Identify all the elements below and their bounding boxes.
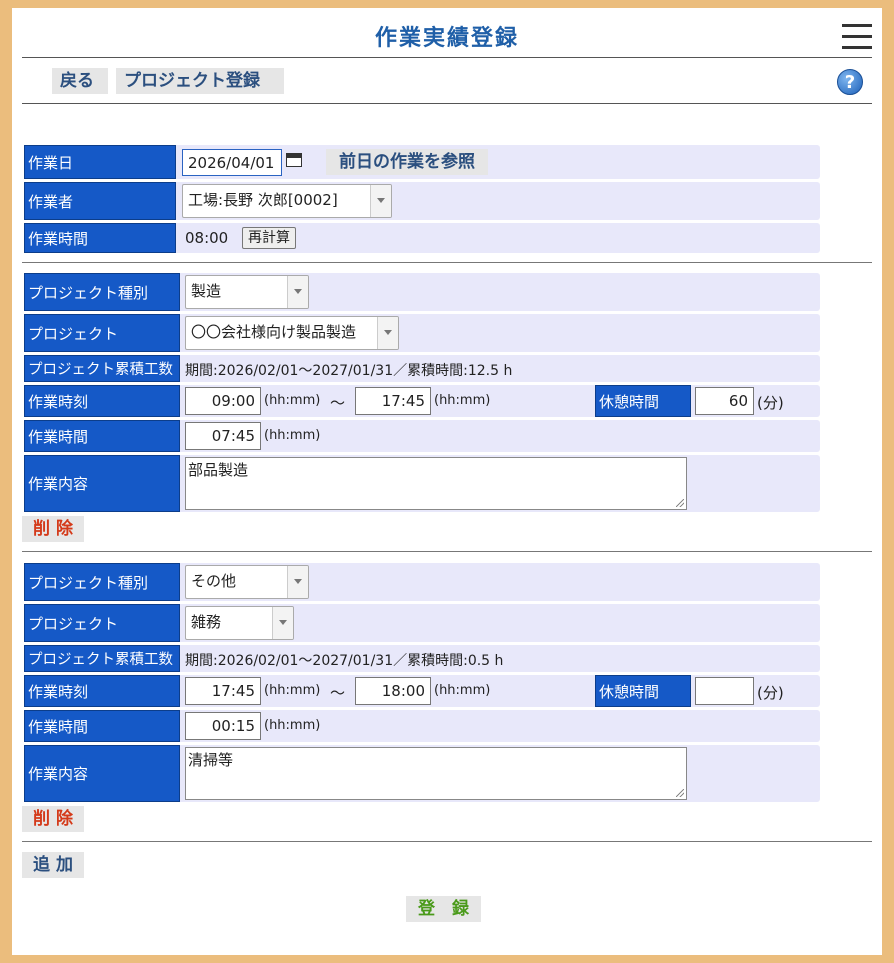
work-time-row: 作業時間 08:00 再計算 [24,223,820,253]
range-tilde: ～ [330,394,346,412]
resize-handle[interactable] [676,789,684,797]
project-label: プロジェクト [24,314,180,352]
project-cumulative-label: プロジェクト累積工数 [24,355,180,382]
chevron-down-icon [377,317,398,349]
main-panel: 作業実績登録 戻る プロジェクト登録 ? 作業日 2026/04/01 前日の作… [12,8,882,955]
section-divider [22,551,872,552]
work-duration-row: 作業時間 07:45 (hh:mm) [24,420,820,452]
project-type-label: プロジェクト種別 [24,563,180,601]
break-time-input[interactable] [695,677,754,705]
project-type-select[interactable]: その他 [185,565,309,599]
work-time-value: 08:00 [185,229,229,247]
resize-handle[interactable] [676,499,684,507]
time-format-hint: (hh:mm) [264,683,321,698]
delete-entry-button[interactable]: 削 除 [22,806,84,832]
register-button[interactable]: 登 録 [406,896,481,922]
work-date-label: 作業日 [24,145,176,179]
work-date-row: 作業日 2026/04/01 前日の作業を参照 [24,145,820,179]
work-date-input[interactable]: 2026/04/01 [182,149,282,176]
worker-select-value: 工場:長野 次郎[0002] [188,191,338,209]
time-format-hint: (hh:mm) [434,683,491,698]
project-cumulative-row: プロジェクト累積工数 期間:2026/02/01～2027/01/31／累積時間… [24,645,820,672]
project-value: 〇〇会社様向け製品製造 [191,323,357,341]
work-content-label: 作業内容 [24,745,180,802]
add-entry-button[interactable]: 追 加 [22,852,84,878]
calendar-icon[interactable] [286,153,302,167]
project-cumulative-value: 期間:2026/02/01～2027/01/31／累積時間:0.5 h [185,653,504,669]
work-clock-row: 作業時刻 17:45 (hh:mm) ～ 18:00 (hh:mm) 休憩時間 … [24,675,820,707]
duration-input[interactable]: 07:45 [185,422,261,450]
project-type-select[interactable]: 製造 [185,275,309,309]
project-row: プロジェクト 雑務 [24,604,820,642]
duration-input[interactable]: 00:15 [185,712,261,740]
work-duration-label: 作業時間 [24,710,180,742]
help-icon[interactable]: ? [837,69,863,95]
recalculate-button[interactable]: 再計算 [242,227,296,249]
work-clock-row: 作業時刻 09:00 (hh:mm) ～ 17:45 (hh:mm) 休憩時間 … [24,385,820,417]
work-content-row: 作業内容 部品製造 [24,455,820,512]
end-time-input[interactable]: 18:00 [355,677,431,705]
worker-label: 作業者 [24,182,176,220]
toolbar-divider [22,103,872,104]
break-time-label: 休憩時間 [595,385,691,417]
project-select[interactable]: 雑務 [185,606,294,640]
range-tilde: ～ [330,684,346,702]
page-title: 作業実績登録 [374,26,519,51]
end-time-input[interactable]: 17:45 [355,387,431,415]
time-format-hint: (hh:mm) [264,393,321,408]
work-clock-label: 作業時刻 [24,385,180,417]
project-type-label: プロジェクト種別 [24,273,180,311]
header-divider [22,57,872,58]
work-content-value: 清掃等 [188,751,234,769]
project-type-value: 製造 [191,282,222,300]
time-format-hint: (hh:mm) [264,718,321,733]
chevron-down-icon [370,185,391,217]
chevron-down-icon [287,566,308,598]
start-time-input[interactable]: 17:45 [185,677,261,705]
work-clock-label: 作業時刻 [24,675,180,707]
work-content-textarea[interactable]: 部品製造 [185,457,687,510]
work-content-label: 作業内容 [24,455,180,512]
work-time-label: 作業時間 [24,223,176,253]
start-time-input[interactable]: 09:00 [185,387,261,415]
back-button[interactable]: 戻る [52,68,108,94]
project-row: プロジェクト 〇〇会社様向け製品製造 [24,314,820,352]
project-register-button[interactable]: プロジェクト登録 [116,68,284,94]
project-cumulative-row: プロジェクト累積工数 期間:2026/02/01～2027/01/31／累積時間… [24,355,820,382]
project-type-row: プロジェクト種別 その他 [24,563,820,601]
work-content-value: 部品製造 [188,461,249,479]
project-type-value: その他 [191,572,237,590]
section-divider [22,262,872,263]
hamburger-icon[interactable] [842,24,872,50]
work-content-row: 作業内容 清掃等 [24,745,820,802]
project-label: プロジェクト [24,604,180,642]
project-select[interactable]: 〇〇会社様向け製品製造 [185,316,399,350]
break-time-input[interactable]: 60 [695,387,754,415]
project-cumulative-value: 期間:2026/02/01～2027/01/31／累積時間:12.5 h [185,363,513,379]
time-format-hint: (hh:mm) [264,428,321,443]
chevron-down-icon [272,607,293,639]
work-duration-label: 作業時間 [24,420,180,452]
section-divider [22,841,872,842]
time-format-hint: (hh:mm) [434,393,491,408]
project-value: 雑務 [191,613,222,631]
chevron-down-icon [287,276,308,308]
break-unit: (分) [757,684,784,702]
break-time-label: 休憩時間 [595,675,691,707]
work-content-textarea[interactable]: 清掃等 [185,747,687,800]
project-type-row: プロジェクト種別 製造 [24,273,820,311]
project-cumulative-label: プロジェクト累積工数 [24,645,180,672]
worker-row: 作業者 工場:長野 次郎[0002] [24,182,820,220]
prev-day-reference-button[interactable]: 前日の作業を参照 [326,149,488,175]
work-duration-row: 作業時間 00:15 (hh:mm) [24,710,820,742]
delete-entry-button[interactable]: 削 除 [22,516,84,542]
break-unit: (分) [757,394,784,412]
worker-select[interactable]: 工場:長野 次郎[0002] [182,184,392,218]
